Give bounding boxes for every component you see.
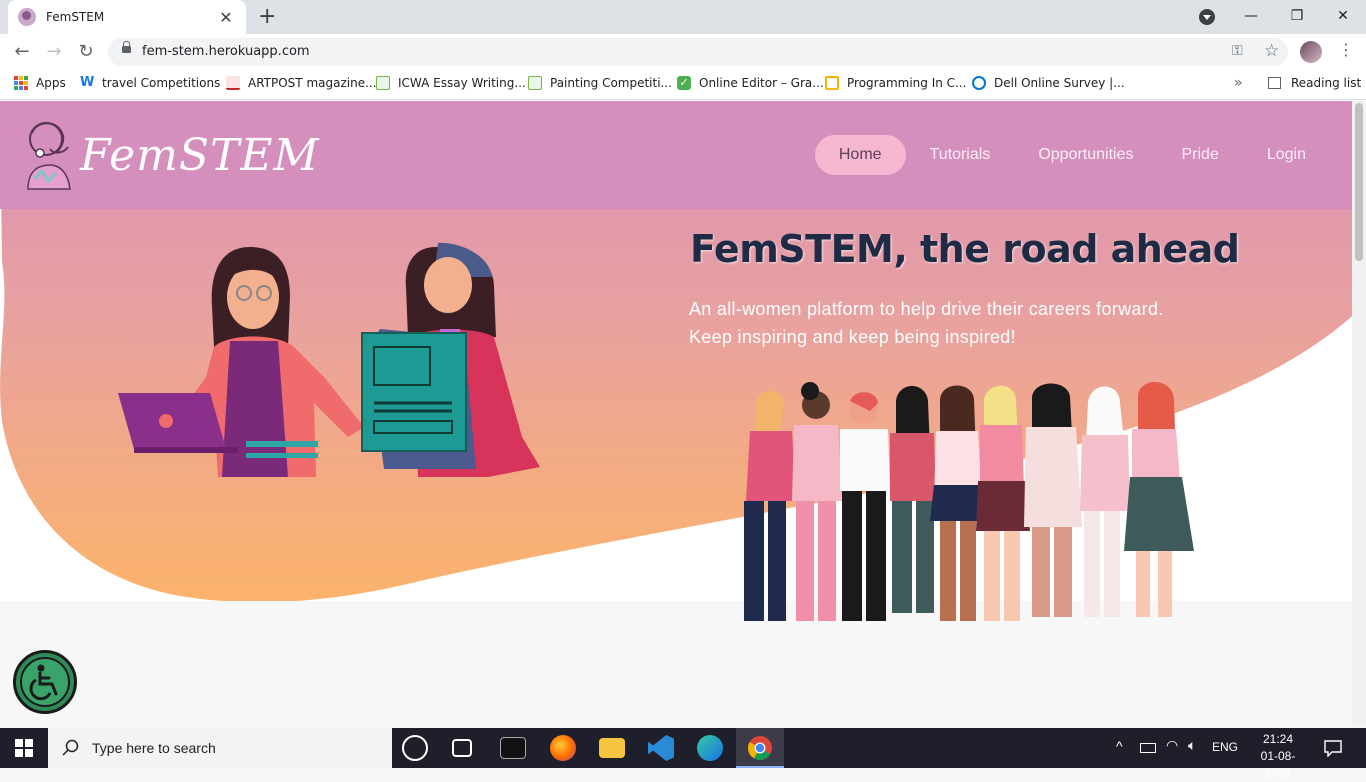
terminal-icon[interactable] [500,737,526,759]
volume-icon[interactable]: 🔈︎ [1188,737,1196,754]
key-icon[interactable]: ⚿ [1232,43,1243,59]
clock-date: 01-08-2021 [1260,749,1296,780]
apps-grid-icon [14,76,28,90]
bookmark-online-editor[interactable]: ✓ Online Editor – Gra... [677,76,824,90]
browser-tab[interactable]: FemSTEM ✕ [8,0,246,34]
cortana-icon[interactable] [402,735,428,761]
site-favicon-icon [18,8,36,26]
bookmark-artpost[interactable]: ARTPOST magazine... [226,76,377,90]
wifi-icon[interactable]: ◠ [1166,737,1178,754]
new-tab-button[interactable]: + [258,4,276,29]
close-window-button[interactable]: ✕ [1320,0,1366,34]
artpost-icon [226,76,240,90]
search-placeholder: Type here to search [92,740,216,756]
nav-home[interactable]: Home [814,135,906,175]
wheelchair-icon [20,657,70,707]
tab-search-dropdown-icon[interactable] [1199,9,1215,25]
nav-pride[interactable]: Pride [1157,135,1242,175]
hero-subtitle-line-2: Keep inspiring and keep being inspired! [689,327,1016,347]
bookmark-apps[interactable]: Apps [14,76,66,90]
chrome-icon [748,736,772,761]
tab-strip: FemSTEM ✕ + — ❐ ✕ [0,0,1366,34]
nav-login[interactable]: Login [1243,135,1330,175]
bookmark-programming[interactable]: Programming In C... [825,76,966,90]
scrollbar-thumb[interactable] [1355,103,1363,261]
hero-title: FemSTEM, the road ahead [690,227,1240,271]
file-explorer-icon[interactable] [599,738,625,758]
url-text[interactable]: fem-stem.herokuapp.com [142,44,310,59]
tray-overflow-icon[interactable]: ^ [1116,738,1123,754]
bookmark-label: Painting Competiti... [550,76,672,90]
main-nav: Home Tutorials Opportunities Pride Login [814,135,1330,175]
bookmarks-bar: Apps W travel Competitions ARTPOST magaz… [0,70,1366,100]
site-logo[interactable]: FemSTEM [20,119,320,191]
vscode-icon[interactable] [648,735,674,761]
address-bar[interactable]: fem-stem.herokuapp.com ⚿ ☆ [108,38,1288,66]
windows-taskbar: Type here to search ^ ◠ 🔈︎ ENG 21:24 01-… [0,728,1366,780]
bookmarks-overflow-icon[interactable]: » [1234,75,1243,91]
reading-list-label: Reading list [1291,76,1362,90]
weebly-icon: W [80,75,95,90]
restore-button[interactable]: ❐ [1274,0,1320,34]
bookmark-painting[interactable]: Painting Competiti... [528,76,672,90]
bookmark-label: Online Editor – Gra... [699,76,824,90]
lock-icon[interactable] [122,41,131,53]
nav-opportunities[interactable]: Opportunities [1014,135,1157,175]
page-scrollbar[interactable] [1352,101,1366,727]
logo-woman-face-icon [27,122,71,190]
bookmark-star-icon[interactable]: ☆ [1264,41,1279,61]
dell-icon [972,76,986,90]
bookmark-label: ARTPOST magazine... [248,76,377,90]
slides-icon [825,76,839,90]
bookmark-icwa[interactable]: ICWA Essay Writing... [376,76,526,90]
browser-toolbar: ← → ↻ fem-stem.herokuapp.com ⚿ ☆ ⋮ [0,34,1366,70]
bookmark-label: Dell Online Survey |... [994,76,1125,90]
bookmark-label: Apps [36,76,66,90]
profile-avatar[interactable] [1300,41,1322,63]
page-viewport: FemSTEM Home Tutorials Opportunities Pri… [0,101,1352,727]
notifications-icon[interactable] [1324,739,1342,757]
bookmark-label: travel Competitions [102,76,221,90]
mygov-icon [528,76,542,90]
reading-list-button[interactable]: Reading list [1268,76,1361,90]
logo-wordmark: FemSTEM [80,129,320,181]
tab-close-icon[interactable]: ✕ [216,8,236,27]
system-clock[interactable]: 21:24 01-08-2021 [1250,731,1306,782]
check-icon: ✓ [677,76,691,90]
nav-tutorials[interactable]: Tutorials [906,135,1015,175]
women-group-illustration [744,381,1194,621]
taskbar-search[interactable]: Type here to search [48,728,392,768]
reload-icon[interactable]: ↻ [74,40,98,64]
accessibility-button[interactable] [13,650,77,714]
firefox-icon[interactable] [550,735,576,761]
language-indicator[interactable]: ENG [1212,740,1238,754]
task-view-icon[interactable] [452,739,472,757]
battery-icon[interactable] [1140,743,1156,753]
bookmark-label: ICWA Essay Writing... [398,76,526,90]
site-header: FemSTEM Home Tutorials Opportunities Pri… [0,101,1352,209]
clock-time: 21:24 [1262,732,1294,746]
search-icon [62,739,79,756]
menu-dots-icon[interactable]: ⋮ [1336,40,1356,59]
forward-arrow-icon[interactable]: → [42,40,66,64]
hero-subtitle-line-1: An all-women platform to help drive thei… [689,299,1164,319]
bookmark-travel-competitions[interactable]: W travel Competitions [80,75,221,91]
women-engineers-illustration [118,242,540,477]
minimize-button[interactable]: — [1228,0,1274,34]
back-arrow-icon[interactable]: ← [10,40,34,64]
start-button[interactable] [0,728,48,768]
chrome-taskbar-button[interactable] [736,728,784,768]
windows-logo-icon [15,739,33,757]
bookmark-label: Programming In C... [847,76,967,90]
hero-subtitle: An all-women platform to help drive thei… [689,295,1249,351]
bookmark-dell-survey[interactable]: Dell Online Survey |... [972,76,1125,90]
reading-list-icon [1268,77,1281,89]
mygov-icon [376,76,390,90]
tab-title: FemSTEM [46,10,105,24]
edge-icon[interactable] [697,735,723,761]
